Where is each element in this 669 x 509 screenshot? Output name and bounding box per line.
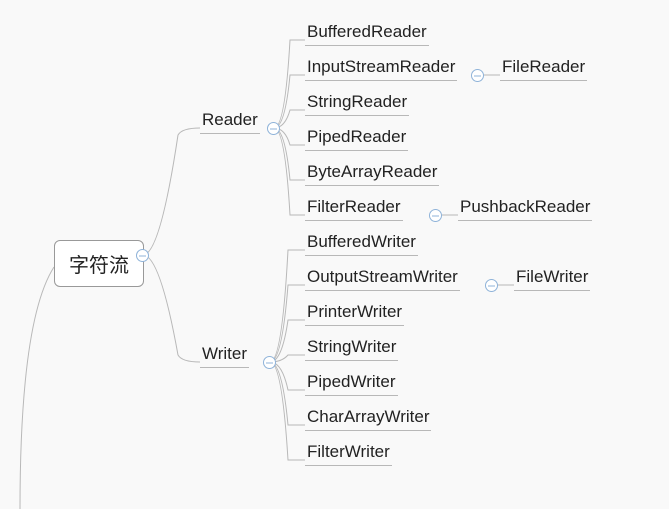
collapse-icon[interactable] <box>429 209 442 222</box>
branch-writer-label: Writer <box>202 344 247 363</box>
leaf-filewriter[interactable]: FileWriter <box>514 267 590 291</box>
leaf-pipedwriter[interactable]: PipedWriter <box>305 372 398 396</box>
leaf-stringreader[interactable]: StringReader <box>305 92 409 116</box>
collapse-icon[interactable] <box>485 279 498 292</box>
leaf-bufferedreader[interactable]: BufferedReader <box>305 22 429 46</box>
root-label: 字符流 <box>69 255 129 277</box>
collapse-icon[interactable] <box>136 249 149 262</box>
leaf-printerwriter[interactable]: PrinterWriter <box>305 302 404 326</box>
leaf-stringwriter[interactable]: StringWriter <box>305 337 398 361</box>
leaf-bytearrayreader[interactable]: ByteArrayReader <box>305 162 439 186</box>
collapse-icon[interactable] <box>263 356 276 369</box>
leaf-pipedreader[interactable]: PipedReader <box>305 127 408 151</box>
leaf-pushbackreader[interactable]: PushbackReader <box>458 197 592 221</box>
branch-writer[interactable]: Writer <box>200 344 249 368</box>
collapse-icon[interactable] <box>267 122 280 135</box>
leaf-filterwriter[interactable]: FilterWriter <box>305 442 392 466</box>
root-node[interactable]: 字符流 <box>54 240 144 287</box>
leaf-outputstreamwriter[interactable]: OutputStreamWriter <box>305 267 460 291</box>
branch-reader[interactable]: Reader <box>200 110 260 134</box>
branch-reader-label: Reader <box>202 110 258 129</box>
leaf-chararraywriter[interactable]: CharArrayWriter <box>305 407 431 431</box>
collapse-icon[interactable] <box>471 69 484 82</box>
leaf-filterreader[interactable]: FilterReader <box>305 197 403 221</box>
leaf-inputstreamreader[interactable]: InputStreamReader <box>305 57 457 81</box>
leaf-bufferedwriter[interactable]: BufferedWriter <box>305 232 418 256</box>
leaf-filereader[interactable]: FileReader <box>500 57 587 81</box>
